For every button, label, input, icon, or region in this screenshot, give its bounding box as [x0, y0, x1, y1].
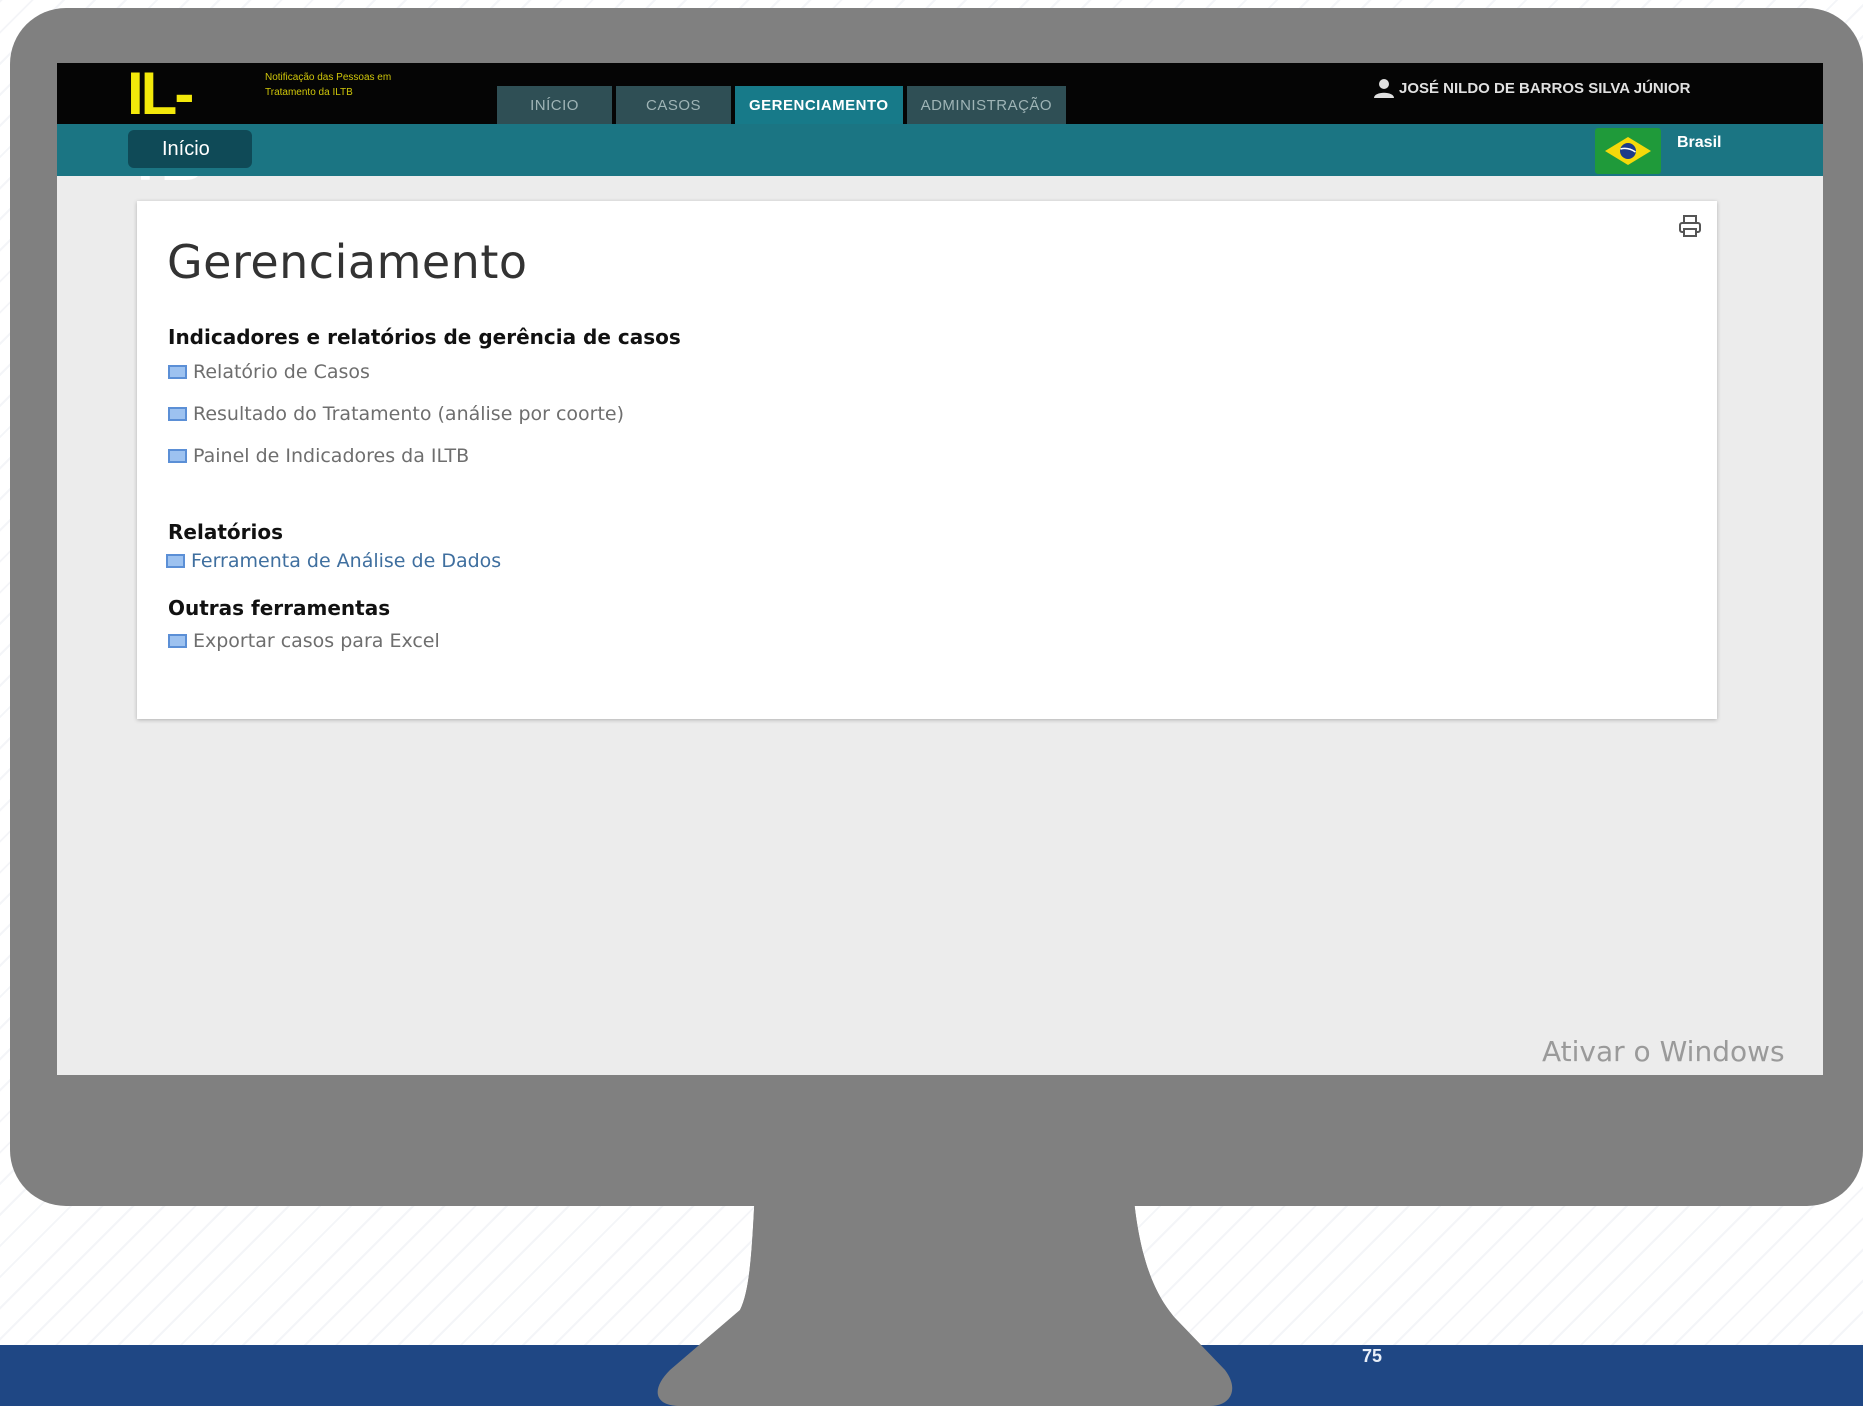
- flag-diamond-icon: [1605, 137, 1651, 165]
- report-icon: [168, 407, 187, 421]
- print-icon[interactable]: [1677, 213, 1703, 239]
- page-title: Gerenciamento: [167, 235, 528, 289]
- user-menu[interactable]: JOSÉ NILDO DE BARROS SILVA JÚNIOR: [1373, 77, 1690, 99]
- logo-il-text: IL-: [127, 63, 194, 127]
- section-outras-ferramentas: Outras ferramentas Exportar casos para E…: [168, 596, 440, 652]
- app-header: IL-TB Notificação das Pessoas em Tratame…: [57, 63, 1823, 193]
- section-title: Indicadores e relatórios de gerência de …: [168, 325, 681, 349]
- link-painel-indicadores[interactable]: Painel de Indicadores da ILTB: [168, 445, 681, 467]
- link-label[interactable]: Resultado do Tratamento (análise por coo…: [193, 403, 624, 425]
- tab-administracao[interactable]: ADMINISTRAÇÃO: [906, 86, 1067, 124]
- link-ferramenta-analise[interactable]: Ferramenta de Análise de Dados: [166, 550, 501, 572]
- section-title: Outras ferramentas: [168, 596, 391, 620]
- tab-gerenciamento[interactable]: GERENCIAMENTO: [735, 86, 903, 124]
- section-relatorios: Relatórios Ferramenta de Análise de Dado…: [166, 520, 501, 572]
- tab-casos[interactable]: CASOS: [616, 86, 731, 124]
- section-indicadores: Indicadores e relatórios de gerência de …: [168, 325, 681, 467]
- report-icon: [168, 449, 187, 463]
- report-icon: [168, 634, 187, 648]
- user-icon: [1374, 79, 1394, 98]
- link-label[interactable]: Relatório de Casos: [193, 361, 370, 383]
- section-title: Relatórios: [168, 520, 283, 544]
- user-name: JOSÉ NILDO DE BARROS SILVA JÚNIOR: [1399, 79, 1691, 97]
- logo-subtitle: Notificação das Pessoas em Tratamento da…: [265, 72, 392, 98]
- windows-activation-watermark: Ativar o Windows: [1542, 1035, 1785, 1068]
- country-label[interactable]: Brasil: [1677, 134, 1721, 152]
- link-label[interactable]: Painel de Indicadores da ILTB: [193, 445, 469, 467]
- breadcrumb-bar: Início Brasil: [57, 124, 1823, 176]
- app-screen: IL-TB Notificação das Pessoas em Tratame…: [57, 63, 1823, 1075]
- breadcrumb-home-button[interactable]: Início: [128, 130, 252, 168]
- link-exportar-excel[interactable]: Exportar casos para Excel: [168, 630, 440, 652]
- link-label[interactable]: Ferramenta de Análise de Dados: [191, 550, 501, 572]
- link-resultado-tratamento[interactable]: Resultado do Tratamento (análise por coo…: [168, 403, 681, 425]
- main-nav: INÍCIO CASOS GERENCIAMENTO ADMINISTRAÇÃO: [497, 86, 1067, 124]
- tab-inicio[interactable]: INÍCIO: [497, 86, 612, 124]
- link-relatorio-casos[interactable]: Relatório de Casos: [168, 361, 681, 383]
- brazil-flag-icon[interactable]: [1595, 128, 1661, 174]
- report-icon: [166, 554, 185, 568]
- report-icon: [168, 365, 187, 379]
- content-card: Gerenciamento Indicadores e relatórios d…: [137, 201, 1717, 719]
- link-label[interactable]: Exportar casos para Excel: [193, 630, 440, 652]
